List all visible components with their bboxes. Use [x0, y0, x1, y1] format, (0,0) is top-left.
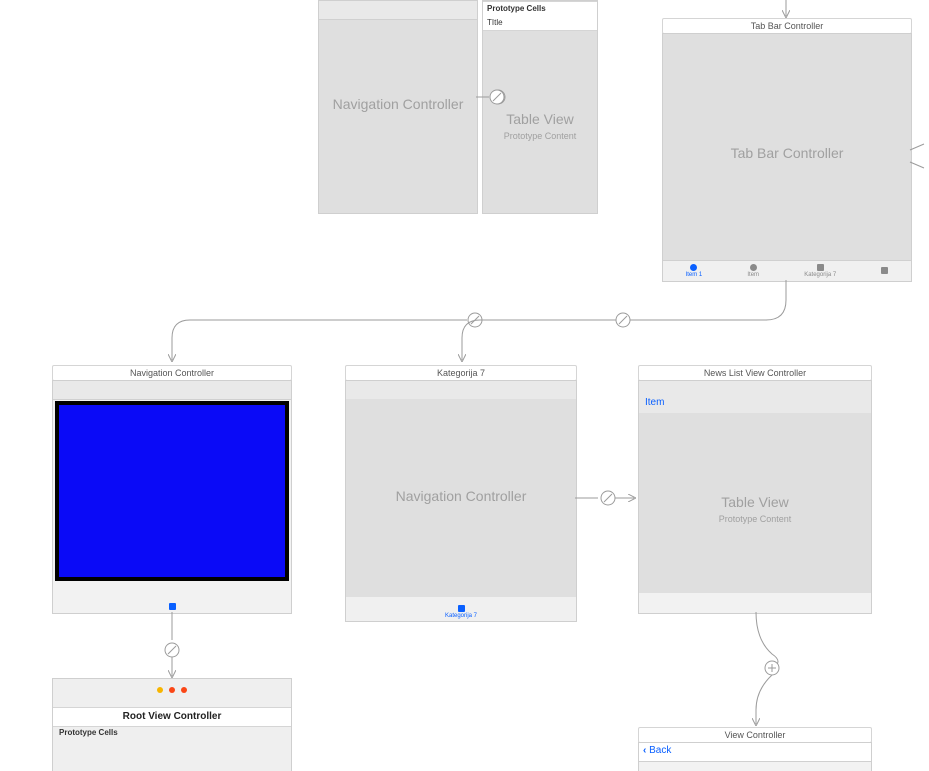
scene-news-list[interactable]: Item Table View Prototype Content [638, 380, 872, 614]
tableview-title: Table View [639, 494, 871, 510]
label-nav-b[interactable]: Kategorija 7 [345, 365, 577, 381]
tabbar-mini: Kategorija 7 [346, 605, 576, 619]
tableview-subtitle: Prototype Content [483, 131, 597, 141]
label-news-list[interactable]: News List View Controller [638, 365, 872, 381]
square-icon [881, 267, 888, 274]
scene-title: Table View Prototype Content [483, 111, 597, 141]
navbar: Item [639, 381, 871, 414]
prototype-cells-header: Prototype Cells [53, 725, 291, 740]
scene-view-controller[interactable]: ‹ Back [638, 742, 872, 771]
navbar-item-button[interactable]: Item [645, 397, 664, 408]
root-vc-title: Root View Controller [53, 707, 291, 727]
tableview-title: Table View [483, 111, 597, 127]
label-tabbar-controller[interactable]: Tab Bar Controller [662, 18, 912, 34]
scene-title: Table View Prototype Content [639, 494, 871, 524]
tabbar-mini [53, 603, 291, 610]
scene-root-vc[interactable]: Root View Controller Prototype Cells [52, 678, 292, 771]
scene-title: Tab Bar Controller [663, 145, 911, 161]
square-icon [458, 605, 465, 612]
scene-tableview-top[interactable]: Prototype Cells TItle Table View Prototy… [482, 0, 598, 214]
inner-nav-body: Navigation Controller [346, 399, 576, 597]
tabbar-item-label: Kategorija 7 [346, 613, 576, 619]
chevron-left-icon: ‹ [643, 745, 646, 756]
prototype-cell-title[interactable]: TItle [483, 15, 597, 31]
square-icon [169, 603, 176, 610]
tabbar-item-4[interactable] [881, 267, 888, 275]
tableview-subtitle: Prototype Content [639, 514, 871, 524]
tabbar-item-2[interactable]: Item [747, 264, 759, 278]
blue-content-view [55, 401, 289, 581]
tabbar-title: Tab Bar Controller [663, 145, 911, 161]
prototype-cells-header: Prototype Cells [483, 1, 597, 16]
navbar [346, 381, 576, 400]
tabbar: Item 1 Item Kategorija 7 [663, 260, 911, 281]
scene-indicator-dots [53, 685, 291, 696]
tabbar-item-1[interactable]: Item 1 [686, 264, 703, 278]
circle-icon [690, 264, 697, 271]
storyboard-canvas[interactable]: Navigation Controller Prototype Cells TI… [0, 0, 929, 771]
scene-nav-a[interactable] [52, 380, 292, 614]
square-icon [817, 264, 824, 271]
nav-title: Navigation Controller [319, 96, 477, 112]
navbar [319, 1, 477, 20]
navbar [53, 381, 291, 400]
navbar: ‹ Back [639, 743, 871, 762]
nav-title: Navigation Controller [346, 488, 576, 504]
back-button[interactable]: ‹ Back [643, 745, 671, 756]
label-nav-a[interactable]: Navigation Controller [52, 365, 292, 381]
tabbar-item-3[interactable]: Kategorija 7 [804, 264, 836, 278]
scene-nav-top[interactable]: Navigation Controller [318, 0, 478, 214]
inner-table-body: Table View Prototype Content [639, 413, 871, 593]
label-view-controller[interactable]: View Controller [638, 727, 872, 743]
scene-tabbar-controller[interactable]: Tab Bar Controller Item 1 Item Kategorij… [662, 33, 912, 282]
scene-title: Navigation Controller [319, 96, 477, 112]
circle-icon [750, 264, 757, 271]
scene-nav-b[interactable]: Navigation Controller Kategorija 7 [345, 380, 577, 622]
scene-title: Navigation Controller [346, 488, 576, 504]
